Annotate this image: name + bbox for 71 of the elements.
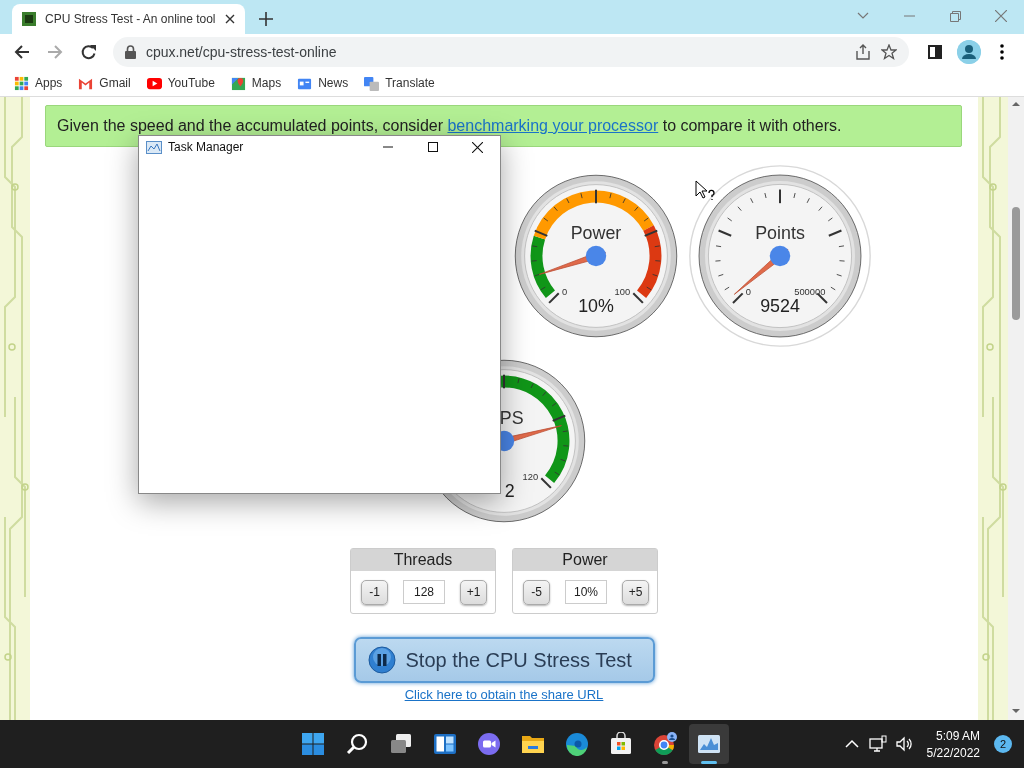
decrease-button[interactable]: -5 bbox=[523, 579, 550, 605]
map-pin-icon bbox=[230, 75, 246, 91]
close-icon bbox=[472, 141, 483, 153]
share-icon bbox=[855, 44, 872, 60]
browser-tab[interactable]: CPU Stress Test - An online tool bbox=[12, 4, 245, 34]
scale-label: 500000 bbox=[794, 287, 826, 298]
scale-label: 120 bbox=[522, 472, 539, 483]
scale-label: 0 bbox=[561, 287, 568, 298]
share-url-link[interactable]: Click here to obtain the share URL bbox=[404, 687, 604, 702]
gauge-needle bbox=[733, 245, 791, 295]
scale-label: 100 bbox=[614, 287, 631, 298]
gauge-label: PS bbox=[499, 408, 524, 428]
chip-icon bbox=[22, 12, 36, 26]
play-icon bbox=[146, 75, 162, 91]
bookmark-link[interactable]: Gmail bbox=[78, 75, 131, 91]
apps-grid-icon bbox=[14, 75, 29, 91]
value-field[interactable]: 128 bbox=[403, 580, 445, 604]
side-panel-icon bbox=[928, 45, 942, 59]
gauge-reading: 2 bbox=[504, 481, 515, 502]
panel-title: Threads bbox=[351, 549, 495, 571]
restore-icon bbox=[949, 10, 961, 22]
gauge-needle bbox=[539, 245, 607, 275]
time-text: 5:09 AM bbox=[935, 728, 980, 743]
windows-stack-icon bbox=[389, 732, 413, 756]
gauge-reading: 10% bbox=[578, 296, 614, 317]
video-chat-icon bbox=[477, 732, 501, 756]
taskbar-button[interactable] bbox=[689, 724, 729, 764]
windows-logo-icon bbox=[301, 732, 325, 756]
gauge-reading: 9524 bbox=[760, 296, 800, 317]
address-bar[interactable]: cpux.net/cpu-stress-test-online bbox=[112, 37, 910, 67]
increase-button[interactable]: +1 bbox=[460, 579, 487, 605]
panel-title: Power bbox=[513, 549, 657, 571]
menu-icon bbox=[1000, 44, 1005, 60]
maximize-icon bbox=[427, 142, 438, 152]
lock-icon bbox=[124, 45, 136, 59]
avatar-icon bbox=[956, 40, 981, 64]
bookmark-link[interactable]: News bbox=[297, 75, 349, 91]
date-text: 5/22/2022 bbox=[926, 745, 980, 760]
swirl-icon bbox=[565, 732, 589, 756]
translate-icon bbox=[364, 75, 380, 91]
reload-icon bbox=[81, 44, 98, 60]
network-icon[interactable] bbox=[868, 735, 887, 753]
close-icon bbox=[995, 10, 1007, 22]
widgets-icon bbox=[433, 732, 457, 756]
shopping-bag-icon bbox=[609, 732, 633, 756]
decrease-button[interactable]: -1 bbox=[361, 579, 388, 605]
close-icon bbox=[225, 14, 235, 24]
notification-badge[interactable]: 2 bbox=[994, 735, 1012, 753]
gauge-label: Power bbox=[570, 223, 622, 243]
plus-icon bbox=[259, 12, 273, 26]
minimize-icon bbox=[903, 15, 915, 17]
star-icon bbox=[881, 44, 898, 60]
minimize-icon bbox=[382, 146, 393, 148]
value-field[interactable]: 10% bbox=[565, 580, 607, 604]
clock[interactable]: 5:09 AM 5/22/2022 bbox=[920, 728, 986, 760]
increase-button[interactable]: +5 bbox=[622, 579, 649, 605]
pause-icon bbox=[367, 646, 396, 674]
search-icon bbox=[345, 732, 369, 756]
bookmark-link[interactable]: YouTube bbox=[146, 75, 215, 91]
bookmark-link[interactable]: Apps bbox=[14, 75, 63, 91]
bookmark-link[interactable]: Translate bbox=[364, 75, 435, 91]
gauge-label: Points bbox=[755, 222, 805, 243]
bookmark-link[interactable]: Maps bbox=[230, 75, 282, 91]
browser-logo-icon bbox=[653, 732, 677, 756]
speaker-icon[interactable] bbox=[894, 735, 913, 753]
activity-chart-icon bbox=[697, 732, 721, 756]
benchmark-link[interactable]: benchmarking your processor bbox=[447, 117, 659, 134]
chevron-down-icon bbox=[857, 12, 869, 20]
stop-button[interactable]: Stop the CPU Stress Test bbox=[353, 637, 655, 683]
scale-label: 0 bbox=[745, 287, 752, 298]
activity-chart-icon bbox=[146, 140, 162, 154]
